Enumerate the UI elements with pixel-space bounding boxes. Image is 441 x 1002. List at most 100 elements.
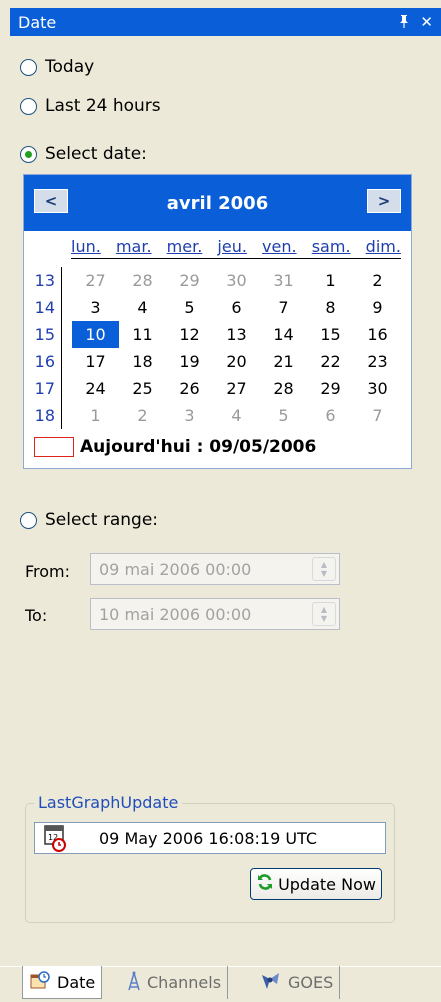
update-now-button[interactable]: Update Now bbox=[250, 868, 382, 900]
prev-month-button[interactable]: < bbox=[34, 189, 68, 213]
calendar-day[interactable]: 4 bbox=[119, 294, 166, 321]
option-last24[interactable]: Last 24 hours bbox=[20, 96, 161, 116]
last-graph-update-group: LastGraphUpdate 12 09 May 2006 16:08:19 … bbox=[25, 793, 395, 923]
to-label: To: bbox=[25, 606, 48, 625]
refresh-icon bbox=[256, 873, 274, 895]
calendar-day-selected[interactable]: 10 bbox=[72, 321, 119, 348]
satellite-icon bbox=[260, 971, 282, 995]
calendar-day[interactable]: 6 bbox=[307, 402, 354, 429]
calendar-days-grid: 27 28 29 30 31 1 2 3 4 5 6 7 8 9 10 11 1… bbox=[72, 267, 402, 429]
from-spinner[interactable]: ▲ ▼ bbox=[312, 557, 336, 581]
calendar-day[interactable]: 6 bbox=[213, 294, 260, 321]
to-datetime-value: 10 mai 2006 00:00 bbox=[99, 604, 252, 624]
week-numbers: 13 14 15 16 17 18 bbox=[34, 267, 62, 429]
calendar-day[interactable]: 12 bbox=[166, 321, 213, 348]
last24-radio[interactable] bbox=[20, 97, 37, 115]
week-number: 14 bbox=[34, 298, 55, 317]
calendar-day[interactable]: 5 bbox=[260, 402, 307, 429]
last-update-value: 09 May 2006 16:08:19 UTC bbox=[99, 828, 318, 848]
tab-date-label: Date bbox=[57, 972, 96, 992]
calendar-day[interactable]: 30 bbox=[354, 375, 401, 402]
select-date-radio[interactable] bbox=[20, 145, 37, 163]
option-select-date[interactable]: Select date: bbox=[20, 144, 147, 164]
select-range-radio[interactable] bbox=[20, 511, 37, 529]
calendar-day[interactable]: 5 bbox=[166, 294, 213, 321]
calendar-day[interactable]: 13 bbox=[213, 321, 260, 348]
calendar-day[interactable]: 7 bbox=[260, 294, 307, 321]
weekday-label: jeu. bbox=[217, 237, 247, 256]
calendar-week-row: 3 4 5 6 7 8 9 bbox=[72, 294, 402, 321]
calendar-week-row: 24 25 26 27 28 29 30 bbox=[72, 375, 402, 402]
week-number: 17 bbox=[34, 379, 55, 398]
option-today[interactable]: Today bbox=[20, 57, 94, 77]
calendar-day[interactable]: 20 bbox=[213, 348, 260, 375]
antenna-icon bbox=[127, 971, 141, 995]
calendar-day[interactable]: 22 bbox=[307, 348, 354, 375]
calendar-day[interactable]: 31 bbox=[260, 267, 307, 294]
tab-date[interactable]: Date bbox=[22, 966, 103, 999]
calendar-day[interactable]: 4 bbox=[213, 402, 260, 429]
calendar-day[interactable]: 24 bbox=[72, 375, 119, 402]
spin-up-icon: ▲ bbox=[320, 560, 328, 569]
calendar-day[interactable]: 14 bbox=[260, 321, 307, 348]
panel-title: Date bbox=[18, 12, 57, 32]
calendar-week-row: 10 11 12 13 14 15 16 bbox=[72, 321, 402, 348]
calendar-day[interactable]: 19 bbox=[166, 348, 213, 375]
weekday-label: lun. bbox=[71, 237, 101, 256]
calendar-week-row: 27 28 29 30 31 1 2 bbox=[72, 267, 402, 294]
calendar-day[interactable]: 28 bbox=[260, 375, 307, 402]
today-marker bbox=[34, 437, 74, 457]
date-tab-icon bbox=[29, 970, 51, 994]
calendar-day[interactable]: 11 bbox=[119, 321, 166, 348]
calendar-day[interactable]: 29 bbox=[307, 375, 354, 402]
calendar-day[interactable]: 18 bbox=[119, 348, 166, 375]
weekday-label: ven. bbox=[262, 237, 297, 256]
option-select-range[interactable]: Select range: bbox=[20, 510, 158, 530]
month-calendar[interactable]: avril 2006 < > lun. mar. mer. jeu. ven. … bbox=[23, 174, 412, 469]
tab-goes[interactable]: GOES bbox=[254, 966, 341, 999]
calendar-day[interactable]: 1 bbox=[307, 267, 354, 294]
calendar-day[interactable]: 30 bbox=[213, 267, 260, 294]
option-select-range-label: Select range: bbox=[45, 510, 159, 530]
calendar-day[interactable]: 3 bbox=[166, 402, 213, 429]
tab-channels[interactable]: Channels bbox=[121, 966, 229, 999]
calendar-day[interactable]: 15 bbox=[307, 321, 354, 348]
calendar-week-row: 17 18 19 20 21 22 23 bbox=[72, 348, 402, 375]
calendar-day[interactable]: 21 bbox=[260, 348, 307, 375]
calendar-day[interactable]: 27 bbox=[213, 375, 260, 402]
calendar-day[interactable]: 29 bbox=[166, 267, 213, 294]
calendar-day[interactable]: 7 bbox=[354, 402, 401, 429]
next-month-button[interactable]: > bbox=[367, 189, 401, 213]
weekday-label: dim. bbox=[365, 237, 401, 256]
calendar-day[interactable]: 26 bbox=[166, 375, 213, 402]
week-number: 13 bbox=[34, 271, 55, 290]
calendar-day[interactable]: 16 bbox=[354, 321, 401, 348]
calendar-day[interactable]: 27 bbox=[72, 267, 119, 294]
calendar-day[interactable]: 9 bbox=[354, 294, 401, 321]
tab-goes-label: GOES bbox=[288, 973, 334, 992]
calendar-clock-icon: 12 bbox=[41, 823, 71, 853]
calendar-day[interactable]: 2 bbox=[119, 402, 166, 429]
calendar-day[interactable]: 25 bbox=[119, 375, 166, 402]
calendar-day[interactable]: 1 bbox=[72, 402, 119, 429]
update-now-label: Update Now bbox=[278, 874, 376, 894]
calendar-day[interactable]: 28 bbox=[119, 267, 166, 294]
calendar-day[interactable]: 17 bbox=[72, 348, 119, 375]
last-update-field: 12 09 May 2006 16:08:19 UTC bbox=[34, 822, 386, 854]
chevron-right-icon: > bbox=[377, 192, 391, 210]
calendar-day[interactable]: 3 bbox=[72, 294, 119, 321]
pin-icon[interactable] bbox=[398, 14, 410, 31]
to-spinner[interactable]: ▲ ▼ bbox=[312, 602, 336, 626]
close-icon[interactable]: ✕ bbox=[420, 14, 433, 30]
panel-tabstrip: Date Channels GOES bbox=[0, 966, 441, 1002]
calendar-day[interactable]: 23 bbox=[354, 348, 401, 375]
from-datetime-picker[interactable]: 09 mai 2006 00:00 ▲ ▼ bbox=[90, 553, 340, 585]
calendar-day[interactable]: 8 bbox=[307, 294, 354, 321]
today-radio[interactable] bbox=[20, 58, 37, 76]
to-datetime-picker[interactable]: 10 mai 2006 00:00 ▲ ▼ bbox=[90, 598, 340, 630]
weekday-label: mer. bbox=[166, 237, 203, 256]
calendar-day[interactable]: 2 bbox=[354, 267, 401, 294]
calendar-week-row: 1 2 3 4 5 6 7 bbox=[72, 402, 402, 429]
calendar-today-link[interactable]: Aujourd'hui : 09/05/2006 bbox=[34, 437, 316, 457]
spin-down-icon: ▼ bbox=[320, 614, 328, 623]
